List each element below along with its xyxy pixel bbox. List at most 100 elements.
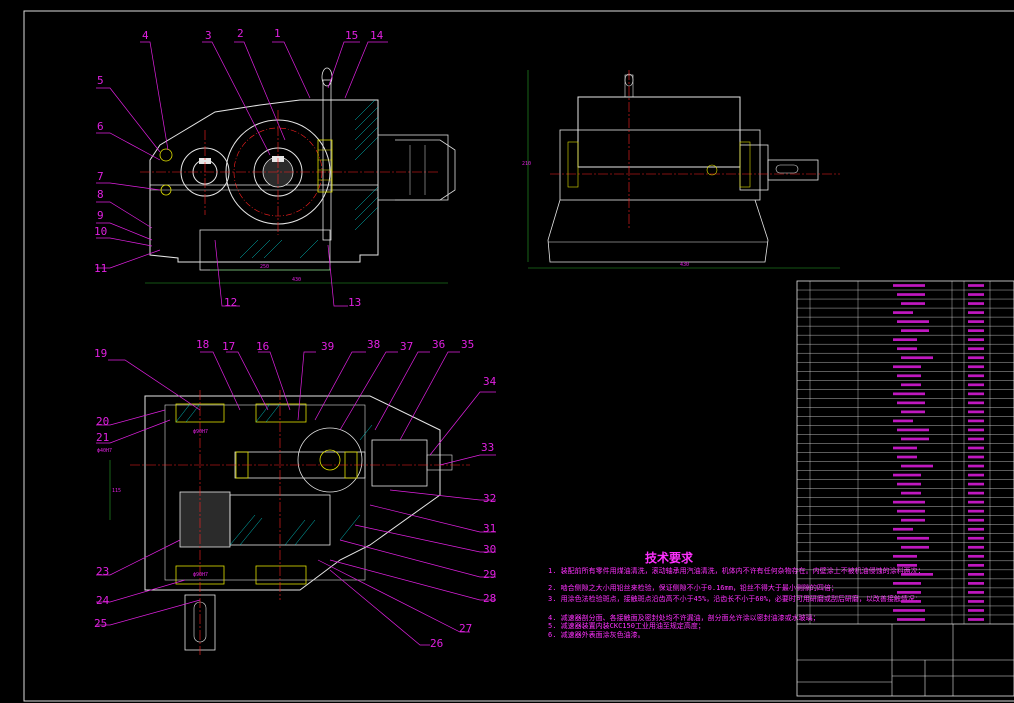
callout-31: 31: [483, 522, 496, 535]
callout-16: 16: [256, 340, 269, 353]
bom-entry-mark: [901, 329, 929, 332]
callout-2: 2: [237, 27, 244, 40]
callout-9: 9: [97, 209, 104, 222]
bom-entry-mark: [968, 554, 984, 558]
callout-14: 14: [370, 29, 384, 42]
bom-entry-mark: [897, 293, 925, 296]
callout-19: 19: [94, 347, 107, 360]
callout-38: 38: [367, 338, 380, 351]
bom-entry-mark: [897, 536, 929, 540]
tech-req-line-2: 2. 啮合侧隙之大小用铅丝来检验，保证侧隙不小于0.16mm，铅丝不得大于最小侧…: [548, 583, 838, 592]
callout-35: 35: [461, 338, 474, 351]
callout-15: 15: [345, 29, 358, 42]
callout-36: 36: [432, 338, 445, 351]
dim-top-a: ϕ90H7: [193, 429, 208, 435]
bom-entry-mark: [901, 491, 921, 495]
bom-entry-mark: [901, 573, 933, 576]
callout-34: 34: [483, 375, 497, 388]
bom-entry-mark: [901, 356, 933, 360]
bom-entry-mark: [897, 618, 925, 621]
callout-26: 26: [430, 637, 443, 650]
bom-entry-mark: [968, 518, 984, 522]
bom-entry-mark: [968, 527, 984, 531]
callout-5: 5: [97, 74, 104, 87]
bom-entry-mark: [968, 573, 984, 576]
callout-4: 4: [142, 29, 149, 42]
bom-entry-mark: [968, 302, 984, 305]
bom-entry-mark: [897, 401, 925, 405]
bom-entry-mark: [897, 455, 917, 459]
bom-entry-mark: [968, 347, 984, 351]
bom-entry-mark: [897, 347, 917, 351]
dim-front-inner: 250: [260, 264, 269, 270]
callout-32: 32: [483, 492, 496, 505]
callout-10: 10: [94, 225, 107, 238]
bom-entry-mark: [893, 527, 913, 531]
bom-entry-mark: [968, 600, 984, 603]
bom-entry-mark: [968, 329, 984, 332]
bom-entry-mark: [968, 464, 984, 468]
callout-11: 11: [94, 262, 107, 275]
callout-25: 25: [94, 617, 107, 630]
bom-entry-mark: [968, 410, 984, 414]
bom-entry-mark: [968, 401, 984, 405]
bom-entry-mark: [968, 618, 984, 621]
bom-entry-mark: [968, 491, 984, 495]
bom-entry-mark: [968, 392, 984, 396]
bom-entry-mark: [968, 374, 984, 378]
tech-req-line-5: 5. 减速器装置内装CKC150工业用油至规定高度；: [548, 621, 705, 630]
bom-entry-mark: [968, 582, 984, 585]
callout-37: 37: [400, 340, 413, 353]
bom-entry-mark: [968, 428, 984, 432]
bom-entry-mark: [897, 374, 921, 378]
tech-req-line-6: 6. 减速器外表面涂灰色油漆。: [548, 630, 645, 639]
bom-entry-mark: [897, 563, 917, 567]
bom-entry-mark: [893, 500, 925, 504]
callout-21: 21: [96, 431, 109, 444]
bom-entry-mark: [893, 609, 925, 612]
callout-33: 33: [481, 441, 494, 454]
bom-entry-mark: [968, 365, 984, 369]
callout-24: 24: [96, 594, 110, 607]
bom-entry-mark: [893, 582, 921, 585]
bom-entry-mark: [901, 600, 921, 603]
dim-top-b: ϕ90H7: [193, 572, 208, 578]
bom-entry-mark: [968, 509, 984, 513]
callout-27: 27: [459, 622, 472, 635]
bom-entry-mark: [901, 410, 925, 414]
bom-entry-mark: [968, 591, 984, 594]
dim-top-c: 115: [112, 488, 121, 494]
bom-entry-mark: [897, 482, 921, 486]
bom-entry-mark: [893, 284, 925, 287]
bom-entry-mark: [893, 554, 917, 558]
bom-entry-mark: [893, 392, 925, 396]
bom-entry-mark: [968, 473, 984, 477]
bom-entry-mark: [897, 591, 921, 594]
bom-entry-mark: [897, 320, 929, 323]
bom-entry-mark: [901, 302, 925, 305]
callout-29: 29: [483, 568, 496, 581]
callout-13: 13: [348, 296, 361, 309]
dim-side-width: 430: [680, 262, 689, 268]
cad-drawing-sheet: 430 250 4 3 2 1 15 14 5 6 7 8 9 10 11 12…: [0, 0, 1014, 703]
dim-top-left: ϕ40H7: [97, 448, 112, 454]
bom-entry-mark: [901, 437, 929, 441]
bom-entry-mark: [893, 311, 913, 314]
bom-entry-mark: [901, 518, 925, 522]
tech-req-line-4: 4. 减速器剖分面、各接触面及密封处均不许漏油，剖分面允许涂以密封油漆或水玻璃；: [548, 613, 820, 622]
bom-entry-mark: [968, 284, 984, 287]
tech-req-line-3: 3. 用涂色法检验斑点，接触斑点沿齿高不小于45%，沿齿长不小于60%，必要时可…: [548, 594, 922, 603]
callout-28: 28: [483, 592, 496, 605]
bom-entry-mark: [968, 563, 984, 567]
tech-req-line-1: 1. 装配前所有零件用煤油清洗，滚动轴承用汽油清洗，机体内不许有任何杂物存在。内…: [548, 566, 925, 575]
bom-entry-mark: [968, 437, 984, 441]
callout-1: 1: [274, 27, 281, 40]
tech-req-title: 技术要求: [645, 550, 694, 565]
bom-entry-mark: [893, 419, 913, 423]
callout-30: 30: [483, 543, 496, 556]
callout-23: 23: [96, 565, 109, 578]
callout-12: 12: [224, 296, 237, 309]
callout-39: 39: [321, 340, 334, 353]
bom-entry-mark: [893, 365, 921, 369]
callout-8: 8: [97, 188, 104, 201]
